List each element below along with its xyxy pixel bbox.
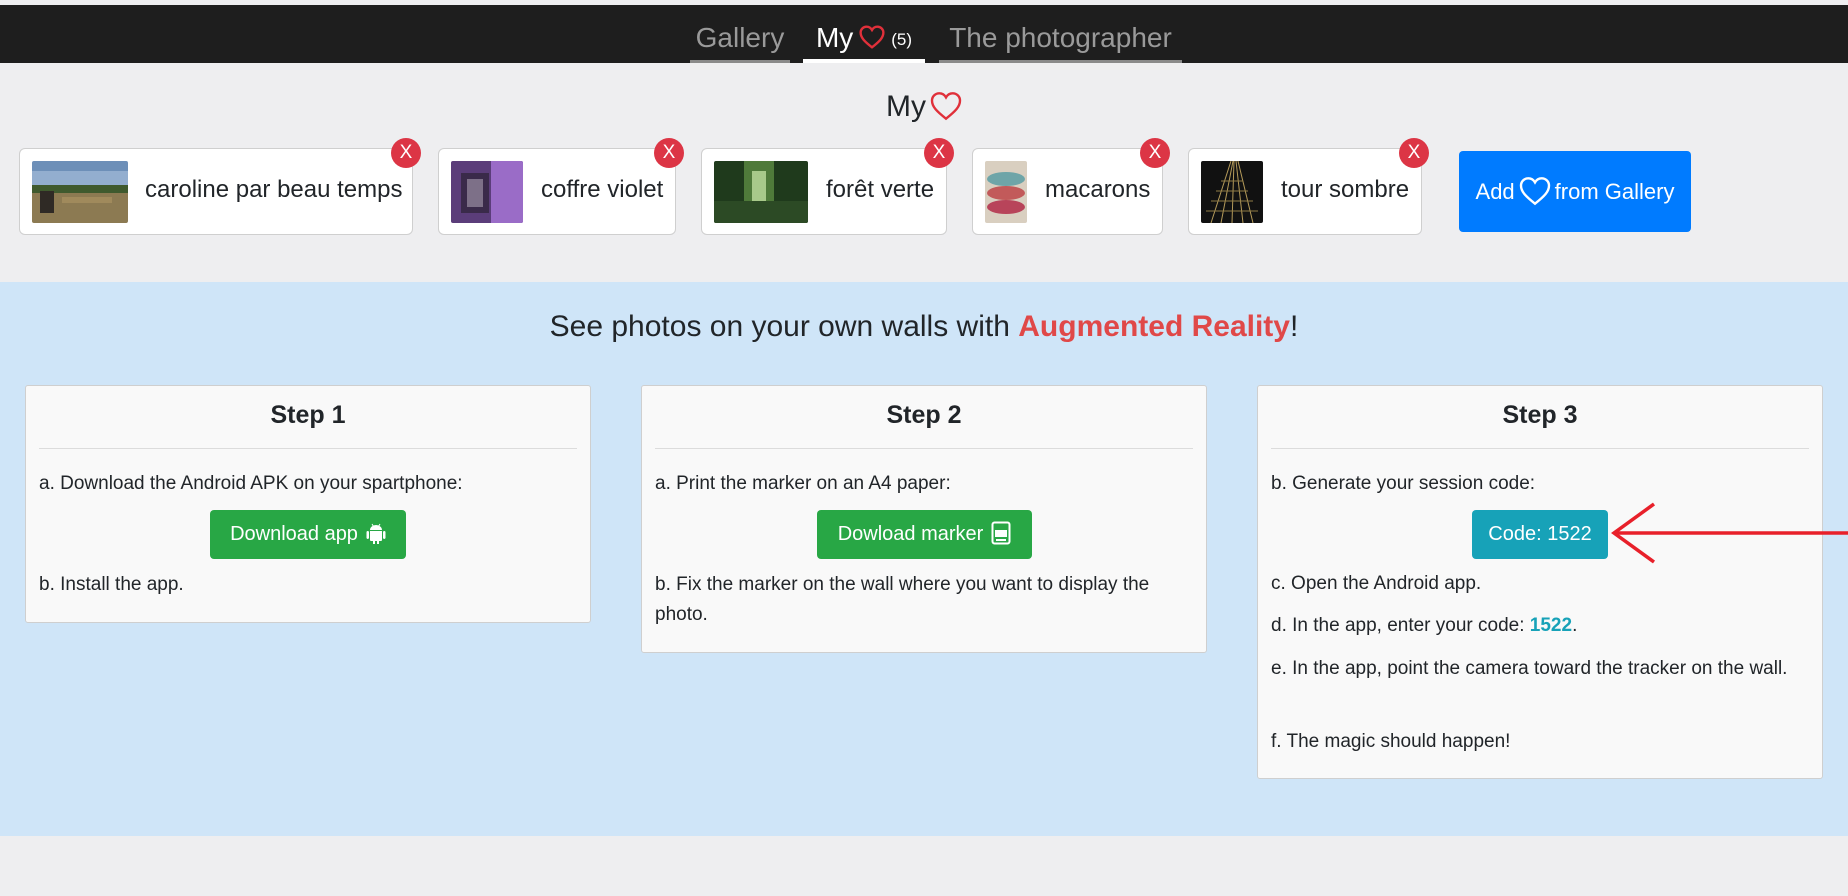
download-app-button[interactable]: Download app bbox=[210, 510, 406, 559]
tab-gallery[interactable]: Gallery bbox=[690, 5, 790, 63]
photo-thumbnail bbox=[1201, 161, 1263, 223]
download-app-label: Download app bbox=[230, 523, 358, 545]
divider bbox=[1271, 448, 1809, 449]
step-text: b. Install the app. bbox=[39, 574, 184, 595]
add-from-gallery-button[interactable]: Add from Gallery bbox=[1459, 151, 1691, 232]
step-1-card: Step 1 a. Download the Android APK on yo… bbox=[25, 385, 591, 623]
favorite-name: caroline par beau temps bbox=[145, 176, 403, 203]
session-code-button[interactable]: Code: 1522 bbox=[1472, 510, 1608, 559]
step-2-card: Step 2 a. Print the marker on an A4 pape… bbox=[641, 385, 1207, 653]
remove-favorite-button[interactable]: X bbox=[1399, 138, 1429, 168]
favorite-name: coffre violet bbox=[541, 176, 664, 203]
heart-icon bbox=[1519, 177, 1550, 206]
step-3-card: Step 3 b. Generate your session code: Co… bbox=[1257, 385, 1823, 779]
photo-thumbnail bbox=[32, 161, 128, 223]
tab-my-label: My bbox=[815, 22, 854, 53]
ar-heading-text: See photos on your own walls with bbox=[549, 310, 1010, 343]
step-text: f. The magic should happen! bbox=[1271, 731, 1511, 752]
favorite-card[interactable]: caroline par beau temps bbox=[19, 148, 413, 235]
download-marker-button[interactable]: Dowload marker bbox=[817, 510, 1032, 559]
favorites-title-label: My bbox=[886, 90, 926, 123]
step-text: d. In the app, enter your code: 1522. bbox=[1271, 611, 1809, 641]
tab-gallery-label: Gallery bbox=[695, 22, 785, 53]
step-title: Step 3 bbox=[1502, 401, 1578, 429]
divider bbox=[39, 448, 577, 449]
heart-icon bbox=[859, 7, 885, 73]
favorites-count: (5) bbox=[891, 29, 913, 49]
divider bbox=[655, 448, 1193, 449]
step-text: c. Open the Android app. bbox=[1271, 573, 1482, 594]
step-text: b. Fix the marker on the wall where you … bbox=[655, 574, 1150, 625]
from-gallery-label: from Gallery bbox=[1554, 179, 1675, 204]
tab-photographer-label: The photographer bbox=[949, 22, 1172, 53]
step-title: Step 1 bbox=[270, 401, 346, 429]
step-d-text: d. In the app, enter your code: bbox=[1271, 615, 1525, 636]
remove-favorite-button[interactable]: X bbox=[654, 138, 684, 168]
photo-thumbnail bbox=[714, 161, 808, 223]
remove-favorite-button[interactable]: X bbox=[1140, 138, 1170, 168]
photo-thumbnail bbox=[451, 161, 523, 223]
step-title: Step 2 bbox=[886, 401, 962, 429]
photo-thumbnail bbox=[985, 161, 1027, 223]
favorite-name: tour sombre bbox=[1281, 176, 1410, 203]
remove-favorite-button[interactable]: X bbox=[924, 138, 954, 168]
session-code-label: Code: 1522 bbox=[1488, 523, 1592, 545]
step-text: b. Generate your session code: bbox=[1271, 473, 1536, 494]
favorites-title: My bbox=[0, 90, 1848, 124]
step-text: e. In the app, point the camera toward t… bbox=[1271, 658, 1788, 679]
add-label: Add bbox=[1475, 179, 1515, 204]
favorite-card[interactable]: coffre violet bbox=[438, 148, 676, 235]
step-text: a. Print the marker on an A4 paper: bbox=[655, 473, 951, 494]
tab-my-favorites[interactable]: My (5) bbox=[803, 5, 925, 63]
favorite-card[interactable]: tour sombre bbox=[1188, 148, 1422, 235]
red-arrow-icon bbox=[1611, 502, 1848, 564]
session-code-value: 1522 bbox=[1529, 615, 1573, 636]
tab-photographer[interactable]: The photographer bbox=[939, 5, 1182, 63]
step-text: a. Download the Android APK on your spar… bbox=[39, 473, 463, 494]
remove-favorite-button[interactable]: X bbox=[391, 138, 421, 168]
pdf-icon bbox=[991, 521, 1011, 545]
favorite-card[interactable]: macarons bbox=[972, 148, 1163, 235]
step-d-punct: . bbox=[1572, 615, 1578, 636]
ar-heading: See photos on your own walls with Augmen… bbox=[0, 310, 1848, 344]
favorite-name: forêt verte bbox=[826, 176, 935, 203]
ar-heading-punct: ! bbox=[1289, 310, 1299, 343]
android-icon bbox=[366, 523, 386, 544]
download-marker-label: Dowload marker bbox=[837, 523, 984, 545]
heart-icon bbox=[930, 92, 962, 121]
favorite-card[interactable]: forêt verte bbox=[701, 148, 947, 235]
favorite-name: macarons bbox=[1045, 176, 1151, 203]
ar-heading-highlight: Augmented Reality bbox=[1018, 310, 1290, 343]
